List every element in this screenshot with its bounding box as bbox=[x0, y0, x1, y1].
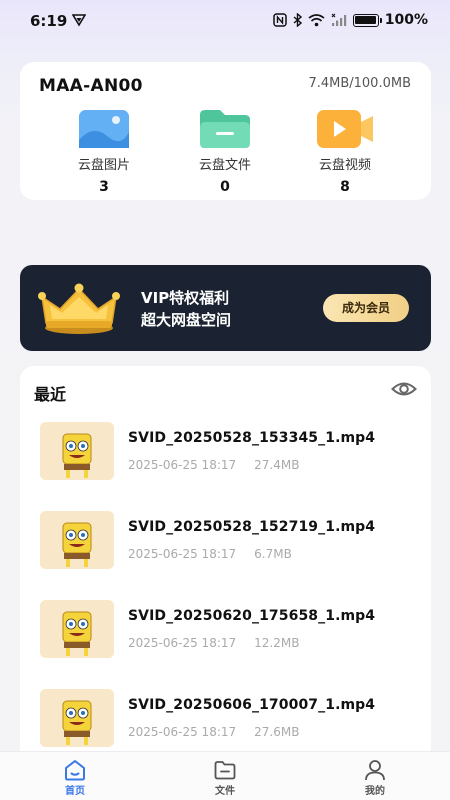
status-bar: 6:19 100% bbox=[0, 0, 450, 44]
file-size: 27.4MB bbox=[254, 458, 300, 472]
status-icons: 100% bbox=[272, 12, 428, 28]
nav-home-label: 首页 bbox=[65, 786, 85, 797]
file-size: 6.7MB bbox=[254, 547, 292, 561]
recent-title: 最近 bbox=[34, 385, 67, 404]
become-member-button[interactable]: 成为会员 bbox=[323, 294, 409, 322]
cloud-images-count: 3 bbox=[99, 179, 109, 195]
file-name: SVID_20250620_175658_1.mp4 bbox=[128, 608, 376, 624]
recent-section: 最近 SVID_20250528_153345_1.mp4 2025-06-25 … bbox=[20, 366, 431, 756]
nav-home[interactable]: 首页 bbox=[35, 752, 115, 800]
cloud-videos-label: 云盘视频 bbox=[318, 158, 371, 173]
file-name: SVID_20250606_170007_1.mp4 bbox=[128, 697, 376, 713]
cloud-files-label: 云盘文件 bbox=[198, 158, 251, 173]
home-icon bbox=[65, 760, 85, 781]
storage-usage: 7.4MB/100.0MB bbox=[308, 76, 411, 91]
file-meta: 2025-06-25 18:17 6.7MB bbox=[128, 547, 292, 561]
file-meta: 2025-06-25 18:17 27.6MB bbox=[128, 725, 299, 739]
nfc-icon bbox=[272, 13, 287, 27]
cloud-images-shortcut[interactable]: 云盘图片 3 bbox=[49, 110, 159, 195]
nav-profile-label: 我的 bbox=[365, 786, 385, 797]
cloud-images-label: 云盘图片 bbox=[77, 158, 130, 173]
video-folder-icon bbox=[317, 110, 373, 148]
file-meta: 2025-06-25 18:17 27.4MB bbox=[128, 458, 299, 472]
file-size: 12.2MB bbox=[254, 636, 300, 650]
file-meta: 2025-06-25 18:17 12.2MB bbox=[128, 636, 299, 650]
vip-subtitle: 超大网盘空间 bbox=[141, 311, 232, 329]
cloud-videos-count: 8 bbox=[340, 179, 350, 195]
signal-icon bbox=[331, 13, 346, 26]
cloud-videos-shortcut[interactable]: 云盘视频 8 bbox=[290, 110, 400, 195]
battery-percent: 100% bbox=[384, 12, 428, 28]
device-name: MAA-AN00 bbox=[39, 76, 143, 96]
file-row[interactable]: SVID_20250528_152719_1.mp4 2025-06-25 18:… bbox=[20, 511, 431, 599]
cloud-files-shortcut[interactable]: 云盘文件 0 bbox=[170, 110, 280, 195]
video-thumbnail bbox=[40, 600, 114, 658]
file-size: 27.6MB bbox=[254, 725, 300, 739]
crown-icon bbox=[38, 283, 120, 334]
file-date: 2025-06-25 18:17 bbox=[128, 458, 237, 472]
vpn-icon bbox=[72, 14, 86, 27]
battery-icon bbox=[352, 13, 382, 27]
vip-title: VIP特权福利 bbox=[141, 289, 230, 307]
folder-icon bbox=[214, 761, 236, 780]
file-row[interactable]: SVID_20250606_170007_1.mp4 2025-06-25 18:… bbox=[20, 689, 431, 756]
nav-files[interactable]: 文件 bbox=[185, 752, 265, 800]
file-name: SVID_20250528_153345_1.mp4 bbox=[128, 430, 376, 446]
nav-profile[interactable]: 我的 bbox=[335, 752, 415, 800]
status-time: 6:19 bbox=[30, 12, 68, 30]
video-thumbnail bbox=[40, 511, 114, 569]
image-folder-icon bbox=[79, 110, 129, 148]
video-thumbnail bbox=[40, 689, 114, 747]
cloud-files-count: 0 bbox=[220, 179, 230, 195]
vip-banner[interactable]: VIP特权福利 超大网盘空间 成为会员 bbox=[20, 265, 431, 351]
file-name: SVID_20250528_152719_1.mp4 bbox=[128, 519, 376, 535]
bluetooth-icon bbox=[293, 13, 302, 27]
file-row[interactable]: SVID_20250528_153345_1.mp4 2025-06-25 18:… bbox=[20, 422, 431, 510]
file-folder-icon bbox=[200, 110, 250, 148]
file-date: 2025-06-25 18:17 bbox=[128, 725, 237, 739]
eye-icon[interactable] bbox=[391, 378, 417, 400]
video-thumbnail bbox=[40, 422, 114, 480]
file-date: 2025-06-25 18:17 bbox=[128, 636, 237, 650]
file-row[interactable]: SVID_20250620_175658_1.mp4 2025-06-25 18:… bbox=[20, 600, 431, 688]
storage-card: MAA-AN00 7.4MB/100.0MB 云盘图片 3 云盘文件 0 云盘视… bbox=[20, 62, 431, 200]
wifi-icon bbox=[308, 14, 325, 27]
file-date: 2025-06-25 18:17 bbox=[128, 547, 237, 561]
nav-files-label: 文件 bbox=[215, 786, 235, 797]
profile-icon bbox=[365, 760, 385, 781]
bottom-nav: 首页 文件 我的 bbox=[0, 751, 450, 800]
